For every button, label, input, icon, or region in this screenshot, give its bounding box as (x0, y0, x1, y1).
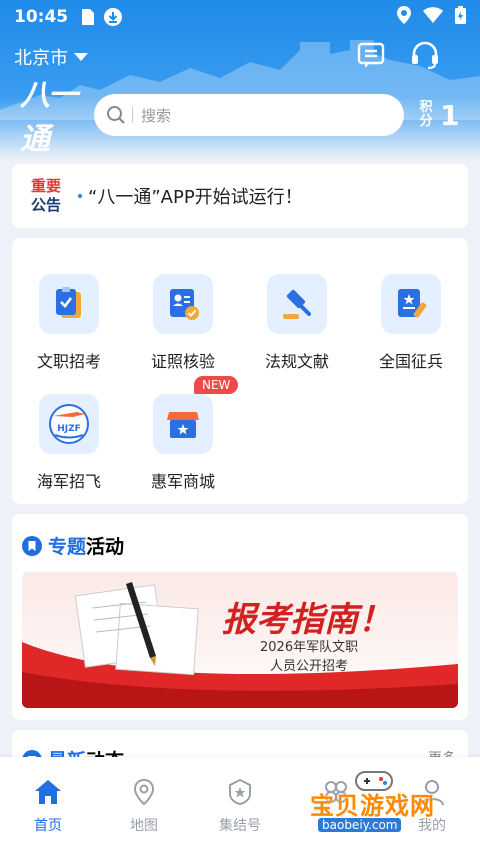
search-placeholder: 搜索 (141, 106, 172, 125)
points-display[interactable]: 积分 1 (418, 96, 459, 134)
site-watermark: 宝贝游戏网 baobeiy.com (310, 768, 470, 838)
svg-text:HJZF: HJZF (57, 424, 81, 434)
search-icon (107, 106, 125, 124)
gavel-icon (267, 274, 327, 334)
watermark-url: baobeiy.com (318, 818, 402, 832)
bullet-dot (78, 194, 82, 198)
message-icon (357, 42, 385, 68)
headset-icon (412, 41, 438, 70)
exam-guide-banner[interactable]: 报考指南！ 2026年军队文职 人员公开招考 (22, 572, 458, 708)
location-icon (397, 5, 411, 29)
search-input[interactable]: 搜索 (94, 94, 404, 136)
service-label: 全国征兵 (378, 352, 443, 371)
header: 10:45 北京市 八一通 搜索 积分 1 (0, 0, 480, 160)
service-label: 海军招飞 (36, 472, 101, 491)
topics-title: 专题活动 (48, 532, 124, 559)
sim-icon (82, 9, 95, 25)
map-pin-icon (133, 778, 155, 806)
service-id-verify[interactable]: 证照核验 (126, 270, 240, 380)
announcement-tag: 重要 公告 (26, 177, 66, 215)
service-label: 惠军商城 (150, 472, 215, 491)
points-label: 积分 (419, 100, 433, 129)
status-time: 10:45 (14, 7, 69, 27)
nav-home[interactable]: 首页 (0, 757, 96, 853)
service-label: 证照核验 (150, 352, 215, 371)
services-grid: 文职招考 证照核验 法规文献 全国征兵 HJZF 海军招飞 NEW 惠军商城 (12, 238, 468, 504)
battery-icon (455, 5, 466, 29)
topics-header: 专题活动 (22, 532, 124, 559)
city-name: 北京市 (14, 48, 68, 69)
topics-title-b: 活动 (86, 536, 125, 558)
app-logo: 八一通 (20, 78, 90, 157)
customer-service-button[interactable] (408, 38, 442, 72)
announcement-text: “八一通”APP开始试运行！ (88, 187, 303, 208)
service-navy-pilot[interactable]: HJZF 海军招飞 (12, 390, 126, 500)
watermark-text: 宝贝游戏网 (310, 792, 435, 820)
points-value: 1 (440, 98, 460, 132)
banner-subtitle-line2: 人员公开招考 (270, 659, 349, 674)
service-regulations[interactable]: 法规文献 (240, 270, 354, 380)
nav-label: 首页 (34, 818, 62, 834)
home-icon (35, 780, 61, 804)
service-enlistment[interactable]: 全国征兵 (354, 270, 468, 380)
wifi-icon (423, 6, 443, 28)
banner-subtitle: 2026年军队文职 人员公开招考 (260, 638, 358, 676)
banner-subtitle-line1: 2026年军队文职 (260, 640, 359, 655)
topics-section: 专题活动 报考指南！ 2026年军队文职 人员公开招考 (12, 514, 468, 720)
recruit-doc-icon (39, 274, 99, 334)
service-label: 法规文献 (264, 352, 329, 371)
chevron-down-icon (74, 53, 88, 61)
topics-title-a: 专题 (48, 536, 87, 558)
messages-button[interactable] (354, 38, 388, 72)
app-logo-text: 八一通 (20, 78, 78, 157)
nav-label: 集结号 (219, 818, 261, 834)
search-divider (132, 107, 133, 123)
store-icon (153, 394, 213, 454)
navy-jet-icon: HJZF (39, 394, 99, 454)
bookmark-icon (22, 535, 42, 556)
service-label: 文职招考 (36, 352, 101, 371)
service-mall[interactable]: NEW 惠军商城 (126, 376, 240, 500)
nav-map[interactable]: 地图 (96, 757, 192, 853)
city-selector[interactable]: 北京市 (14, 42, 88, 72)
id-verify-icon (153, 274, 213, 334)
enlist-form-icon (381, 274, 441, 334)
new-badge: NEW (194, 376, 239, 394)
banner-title: 报考指南！ (222, 600, 392, 640)
nav-assembly[interactable]: 集结号 (192, 757, 288, 853)
service-civilian-recruit[interactable]: 文职招考 (12, 270, 126, 380)
announcement-bar[interactable]: 重要 公告 “八一通”APP开始试运行！ (12, 164, 468, 228)
nav-label: 地图 (130, 818, 158, 834)
status-bar: 10:45 (0, 0, 480, 34)
badge-star-icon (229, 778, 251, 806)
announcement-tag-line1: 重要 (30, 177, 61, 195)
announcement-tag-line2: 公告 (30, 196, 61, 214)
download-icon (104, 8, 123, 26)
